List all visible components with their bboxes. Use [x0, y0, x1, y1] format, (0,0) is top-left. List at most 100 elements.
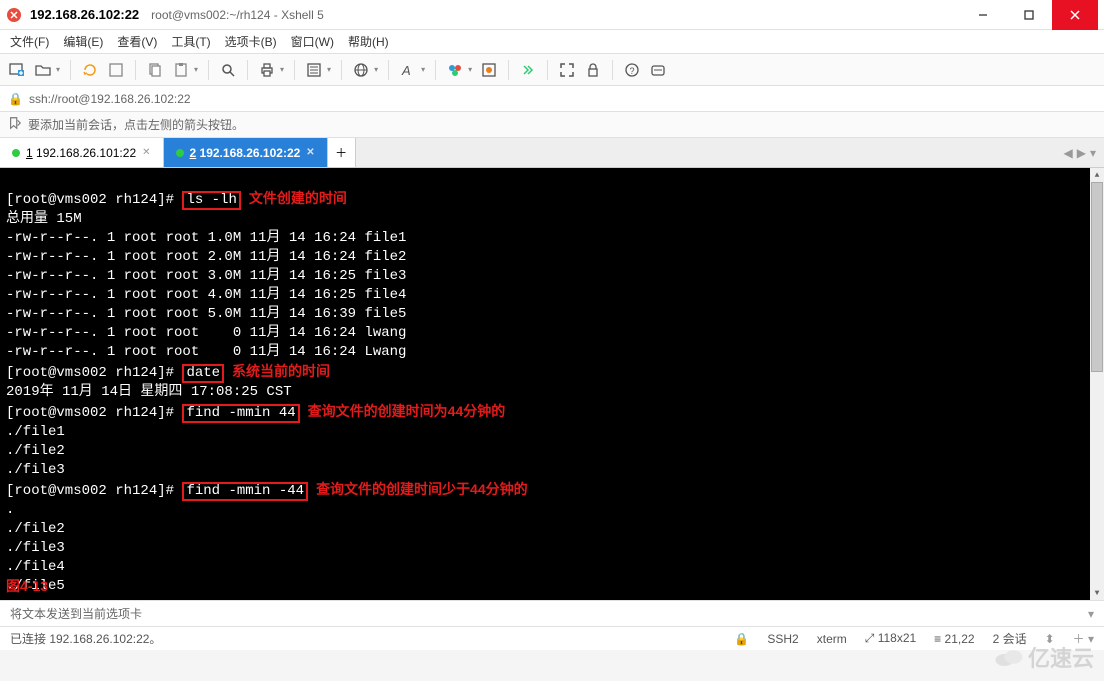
compose-menu-icon[interactable]: ▾ [1088, 607, 1094, 621]
terminal-line: ./file2 [6, 521, 65, 537]
toolbar-separator [70, 60, 71, 80]
svg-text:?: ? [630, 66, 635, 76]
terminal-line: ./file2 [6, 443, 65, 459]
svg-text:A: A [401, 63, 411, 78]
session-tab-2[interactable]: 2 192.168.26.102:22 ✕ [164, 138, 328, 167]
tab-close-icon[interactable]: ✕ [142, 147, 150, 158]
status-connected: 已连接 192.168.26.102:22。 [10, 630, 716, 647]
paste-icon[interactable] [170, 59, 192, 81]
maximize-button[interactable] [1006, 0, 1052, 30]
tab-label: 1 192.168.26.101:22 [26, 146, 136, 160]
window-host: 192.168.26.102:22 [30, 7, 139, 22]
session-tab-1[interactable]: 1 192.168.26.101:22 ✕ [0, 138, 164, 167]
status-pos: ≡ 21,22 [934, 632, 974, 646]
menu-tabs[interactable]: 选项卡(B) [225, 33, 277, 50]
tab-prev-icon[interactable]: ◀ [1064, 146, 1073, 160]
transfer-icon[interactable] [517, 59, 539, 81]
fullscreen-icon[interactable] [556, 59, 578, 81]
cmd-find-44: find -mmin 44 [182, 404, 299, 423]
menu-view[interactable]: 查看(V) [117, 33, 157, 50]
tab-nav: ◀ ▶ ▾ [1056, 138, 1104, 167]
status-dot-icon [176, 149, 184, 157]
dropdown-icon[interactable]: ▾ [194, 65, 198, 74]
terminal-line: -rw-r--r--. 1 root root 1.0M 11月 14 16:2… [6, 230, 406, 246]
terminal-line: ./file4 [6, 559, 65, 575]
toolbar-separator [294, 60, 295, 80]
dropdown-icon[interactable]: ▾ [421, 65, 425, 74]
compose-hint[interactable]: 将文本发送到当前选项卡 [10, 605, 1088, 622]
tab-next-icon[interactable]: ▶ [1077, 146, 1086, 160]
dropdown-icon[interactable]: ▾ [56, 65, 60, 74]
scroll-down-icon[interactable]: ▼ [1090, 586, 1104, 600]
terminal-line: 2019年 11月 14日 星期四 17:08:25 CST [6, 384, 292, 400]
globe-icon[interactable] [350, 59, 372, 81]
scrollbar-thumb[interactable] [1091, 182, 1103, 372]
disconnect-icon[interactable] [105, 59, 127, 81]
dropdown-icon[interactable]: ▾ [280, 65, 284, 74]
toolbar-separator [341, 60, 342, 80]
minimize-button[interactable] [960, 0, 1006, 30]
terminal-line: -rw-r--r--. 1 root root 0 11月 14 16:24 L… [6, 344, 406, 360]
toolbar-separator [135, 60, 136, 80]
figure-label: 图4-13 [6, 577, 48, 596]
status-proto: SSH2 [767, 632, 798, 646]
cmd-find-neg44: find -mmin -44 [182, 482, 308, 501]
tab-close-icon[interactable]: ✕ [306, 147, 314, 158]
status-bar: 已连接 192.168.26.102:22。 🔒 SSH2 xterm ⤢ 11… [0, 626, 1104, 650]
titlebar: 192.168.26.102:22 root@vms002:~/rh124 - … [0, 0, 1104, 30]
dropdown-icon[interactable]: ▾ [374, 65, 378, 74]
cmd-ls: ls -lh [182, 191, 240, 210]
terminal-scrollbar[interactable]: ▲ ▼ [1090, 168, 1104, 600]
print-icon[interactable] [256, 59, 278, 81]
toolbar-separator [612, 60, 613, 80]
reconnect-icon[interactable] [79, 59, 101, 81]
open-session-icon[interactable] [32, 59, 54, 81]
terminal-line: -rw-r--r--. 1 root root 3.0M 11月 14 16:2… [6, 268, 406, 284]
terminal[interactable]: [root@vms002 rh124]# ls -lh文件创建的时间 总用量 1… [0, 168, 1104, 600]
status-dot-icon [12, 149, 20, 157]
terminal-line: -rw-r--r--. 1 root root 2.0M 11月 14 16:2… [6, 249, 406, 265]
bookmark-arrow-icon[interactable] [8, 116, 22, 133]
menu-window[interactable]: 窗口(W) [291, 33, 334, 50]
tab-label: 2 192.168.26.102:22 [190, 146, 301, 160]
watermark: 亿速云 [994, 641, 1094, 673]
properties-icon[interactable] [303, 59, 325, 81]
scroll-up-icon[interactable]: ▲ [1090, 168, 1104, 182]
cmd-date: date [182, 364, 224, 383]
dropdown-icon[interactable]: ▾ [468, 65, 472, 74]
toolbar-separator [388, 60, 389, 80]
dropdown-icon[interactable]: ▾ [327, 65, 331, 74]
status-term: xterm [817, 632, 847, 646]
info-bar: 要添加当前会话，点击左侧的箭头按钮。 [0, 112, 1104, 138]
tab-list-icon[interactable]: ▾ [1090, 146, 1096, 160]
menu-help[interactable]: 帮助(H) [348, 33, 389, 50]
toolbar-separator [547, 60, 548, 80]
terminal-line: -rw-r--r--. 1 root root 0 11月 14 16:24 l… [6, 325, 406, 341]
status-size: ⤢ 118x21 [865, 631, 916, 646]
terminal-line: ./file1 [6, 424, 65, 440]
terminal-line: ./file3 [6, 540, 65, 556]
lock-icon[interactable] [582, 59, 604, 81]
menubar: 文件(F) 编辑(E) 查看(V) 工具(T) 选项卡(B) 窗口(W) 帮助(… [0, 30, 1104, 54]
add-tab-button[interactable]: ＋ [328, 138, 356, 167]
toolbar-separator [435, 60, 436, 80]
highlight-icon[interactable] [478, 59, 500, 81]
menu-tools[interactable]: 工具(T) [171, 33, 210, 50]
annotation: 文件创建的时间 [249, 190, 347, 206]
color-icon[interactable] [444, 59, 466, 81]
font-icon[interactable]: A [397, 59, 419, 81]
menu-edit[interactable]: 编辑(E) [63, 33, 103, 50]
menu-file[interactable]: 文件(F) [10, 33, 49, 50]
help-icon[interactable]: ? [621, 59, 643, 81]
compose-icon[interactable] [647, 59, 669, 81]
toolbar-separator [208, 60, 209, 80]
address-url[interactable]: ssh://root@192.168.26.102:22 [29, 92, 1096, 106]
annotation: 查询文件的创建时间少于44分钟的 [316, 481, 528, 497]
new-session-icon[interactable] [6, 59, 28, 81]
info-tip: 要添加当前会话，点击左侧的箭头按钮。 [28, 116, 244, 133]
compose-bar: 将文本发送到当前选项卡 ▾ [0, 600, 1104, 626]
close-button[interactable] [1052, 0, 1098, 30]
copy-icon[interactable] [144, 59, 166, 81]
search-icon[interactable] [217, 59, 239, 81]
tab-strip: 1 192.168.26.101:22 ✕ 2 192.168.26.102:2… [0, 138, 1104, 168]
